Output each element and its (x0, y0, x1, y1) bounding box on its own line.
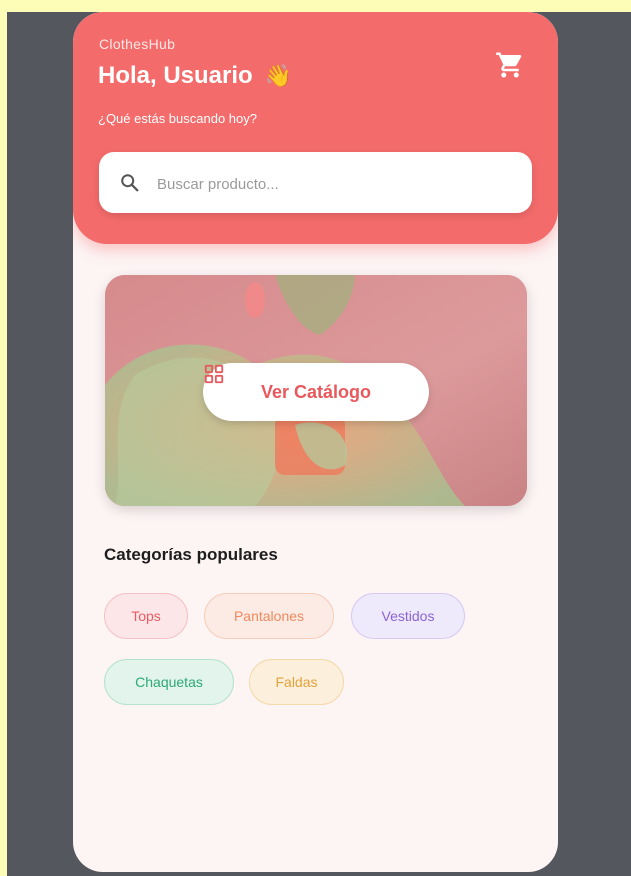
grid-icon (204, 364, 224, 384)
category-chip-tops[interactable]: Tops (104, 593, 188, 639)
section-title-categories: Categorías populares (104, 545, 278, 564)
category-chip-faldas[interactable]: Faldas (249, 659, 344, 705)
catalog-banner: Ver Catálogo (105, 275, 527, 506)
category-chip-vestidos[interactable]: Vestidos (351, 593, 465, 639)
view-catalog-label: Ver Catálogo (260, 381, 372, 402)
search-input[interactable] (155, 170, 499, 198)
category-chip-chaquetas[interactable]: Chaquetas (104, 659, 234, 705)
header: ClothesHub Hola, Usuario 👋 ¿Qué estás bus… (73, 12, 558, 244)
window-edge-left (0, 0, 7, 876)
search-icon (121, 174, 139, 192)
greeting: Hola, Usuario 👋 (98, 62, 292, 90)
search-bar[interactable] (99, 152, 532, 213)
waving-hand-icon: 👋 (264, 63, 293, 88)
subtitle: ¿Qué estás buscando hoy? (98, 111, 257, 126)
cart-icon[interactable] (495, 50, 525, 80)
phone-screen: ClothesHub Hola, Usuario 👋 ¿Qué estás bus… (73, 12, 558, 872)
category-chip-pantalones[interactable]: Pantalones (204, 593, 334, 639)
view-catalog-button[interactable]: Ver Catálogo (203, 363, 429, 421)
window-edge-top (0, 0, 631, 12)
brand-name: ClothesHub (99, 36, 176, 52)
greeting-text: Hola, Usuario (98, 62, 253, 89)
